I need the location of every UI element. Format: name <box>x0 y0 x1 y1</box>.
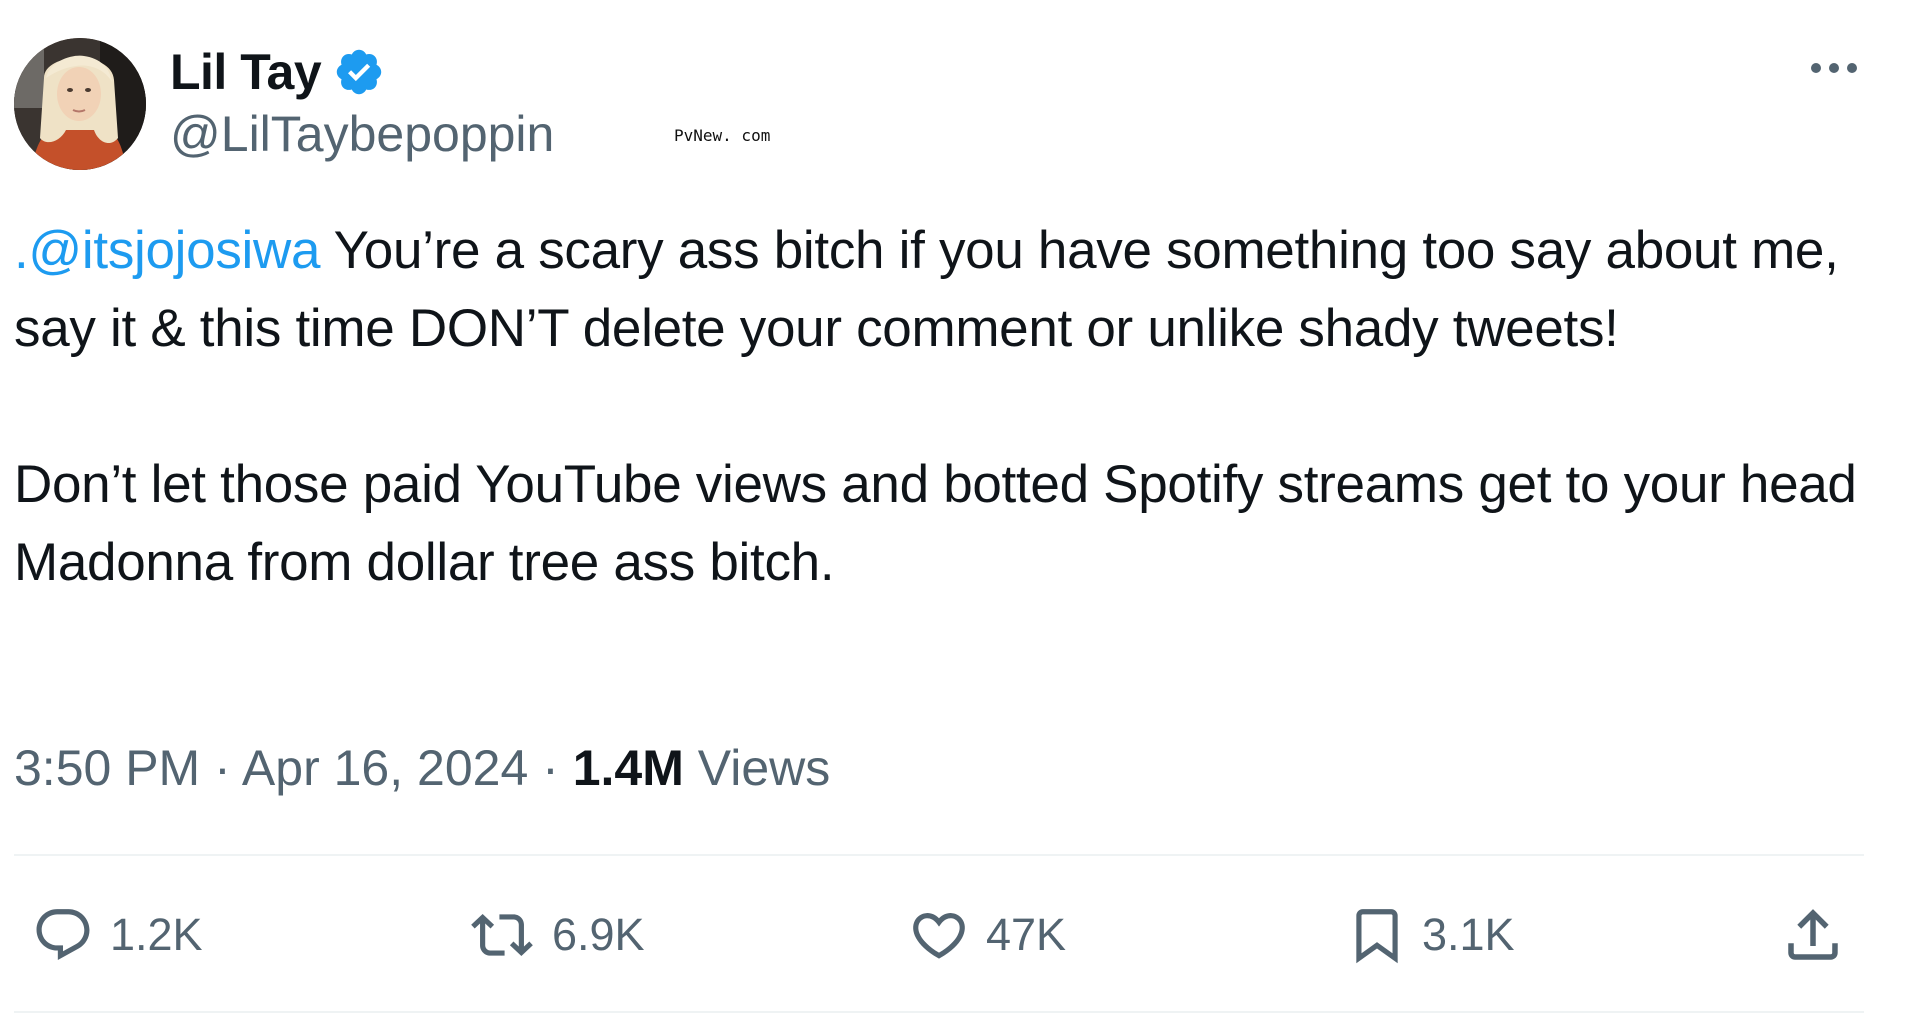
reply-button[interactable]: 1.2K <box>30 895 203 975</box>
like-button[interactable]: 47K <box>906 895 1066 975</box>
retweet-icon <box>471 914 533 956</box>
meta-separator: · <box>542 740 559 796</box>
reply-icon <box>36 909 90 961</box>
tweet-time[interactable]: 3:50 PM <box>14 740 200 796</box>
watermark-text: PvNew. com <box>674 126 771 145</box>
mention-link[interactable]: .@itsjojosiwa <box>14 221 320 280</box>
author-handle[interactable]: @LilTaybepoppin <box>170 104 554 164</box>
retweet-count: 6.9K <box>552 909 645 960</box>
author-name-row: Lil Tay <box>170 42 385 102</box>
bookmark-button[interactable]: 3.1K <box>1346 895 1515 975</box>
action-bar: 1.2K 6.9K 47K 3.1K <box>0 895 1920 975</box>
views-count: 1.4M <box>572 740 684 796</box>
avatar[interactable] <box>14 38 146 170</box>
reply-count: 1.2K <box>110 909 203 960</box>
verified-badge-icon[interactable] <box>333 46 385 98</box>
tweet-text: .@itsjojosiwa You’re a scary ass bitch i… <box>14 212 1874 602</box>
more-dots-icon <box>1811 63 1857 73</box>
more-options-button[interactable] <box>1804 48 1864 88</box>
divider <box>14 1011 1864 1013</box>
bookmark-count: 3.1K <box>1422 909 1515 960</box>
heart-icon <box>913 913 965 959</box>
bookmark-icon <box>1356 909 1398 964</box>
views-label: Views <box>697 740 831 796</box>
meta-separator: · <box>214 740 231 796</box>
share-icon <box>1788 909 1838 960</box>
tweet-date[interactable]: Apr 16, 2024 <box>242 740 528 796</box>
tweet-paragraph-1: .@itsjojosiwa You’re a scary ass bitch i… <box>14 212 1874 368</box>
tweet-meta: 3:50 PM · Apr 16, 2024 · 1.4M Views <box>14 738 830 798</box>
share-button[interactable] <box>1780 895 1846 975</box>
retweet-button[interactable]: 6.9K <box>466 895 645 975</box>
tweet-paragraph-2: Don’t let those paid YouTube views and b… <box>14 455 1857 592</box>
divider <box>14 854 1864 856</box>
like-count: 47K <box>986 909 1067 960</box>
author-display-name[interactable]: Lil Tay <box>170 42 322 102</box>
tweet-card: Lil Tay @LilTaybepoppin PvNew. com .@its… <box>0 0 1920 1031</box>
avatar-image <box>14 38 146 170</box>
